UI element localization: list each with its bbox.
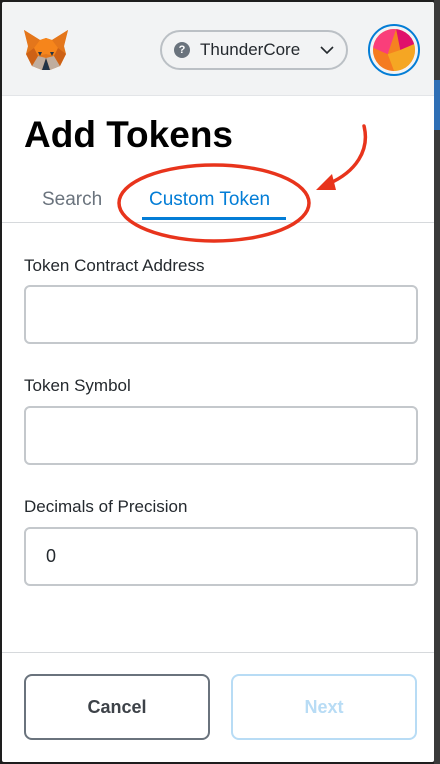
tab-search[interactable]: Search [42, 189, 102, 211]
page-title: Add Tokens [24, 114, 233, 155]
tab-custom-token[interactable]: Custom Token [149, 189, 270, 211]
cancel-button[interactable]: Cancel [24, 674, 210, 740]
account-menu-button[interactable] [368, 24, 420, 76]
contract-address-label: Token Contract Address [24, 256, 205, 275]
next-button[interactable]: Next [231, 674, 417, 740]
help-icon: ? [174, 42, 190, 58]
tab-bar: Search Custom Token [2, 177, 434, 223]
decimals-input[interactable] [24, 527, 418, 586]
footer-divider [2, 652, 434, 653]
contract-address-input[interactable] [24, 285, 418, 344]
active-tab-indicator [142, 217, 286, 220]
decimals-label: Decimals of Precision [24, 497, 188, 516]
app-header: ? ThunderCore [2, 2, 434, 96]
network-selector[interactable]: ? ThunderCore [160, 30, 348, 70]
window-frame: ? ThunderCore Add Tokens Search Custom T [0, 0, 440, 764]
extension-popup: ? ThunderCore Add Tokens Search Custom T [2, 2, 434, 762]
account-avatar [373, 29, 415, 71]
metamask-fox-icon[interactable] [22, 28, 70, 72]
background-window-edge [434, 0, 440, 764]
chevron-down-icon [320, 46, 334, 55]
token-symbol-input[interactable] [24, 406, 418, 465]
network-name: ThunderCore [200, 40, 301, 59]
token-symbol-label: Token Symbol [24, 376, 131, 395]
